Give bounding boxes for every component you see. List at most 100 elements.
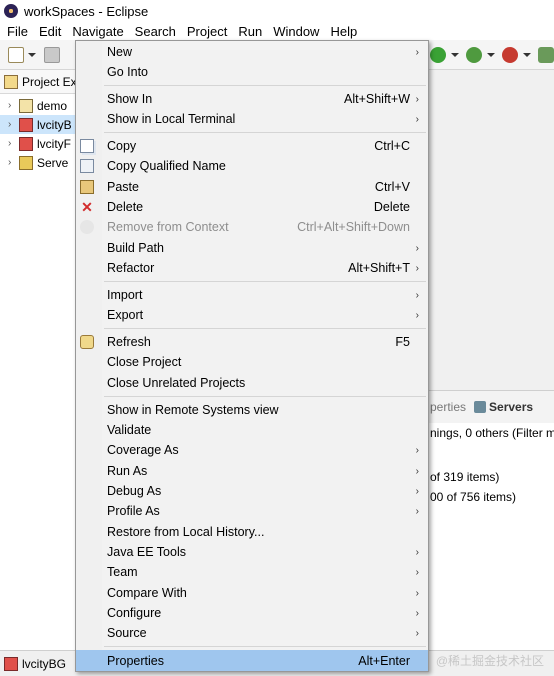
- menu-project[interactable]: Project: [182, 24, 232, 39]
- menu-item-label: Copy: [107, 139, 137, 153]
- menu-item-label: Show in Local Terminal: [107, 112, 236, 126]
- menu-item-debug-as[interactable]: Debug As ›: [76, 481, 428, 501]
- menu-separator: [104, 396, 426, 397]
- menu-item-copy-qualified-name[interactable]: Copy Qualified Name: [76, 156, 428, 176]
- submenu-arrow-icon: ›: [415, 505, 419, 517]
- menu-item-label: Team: [107, 565, 138, 579]
- menu-item-source[interactable]: Source ›: [76, 623, 428, 643]
- tree-item[interactable]: › lvcityF: [0, 134, 79, 153]
- menu-item-label: Close Project: [107, 355, 182, 369]
- menu-item-copy[interactable]: Copy Ctrl+C: [76, 136, 428, 156]
- menu-item-java-ee-tools[interactable]: Java EE Tools ›: [76, 542, 428, 562]
- menu-item-label: Delete: [107, 200, 144, 214]
- menu-item-team[interactable]: Team ›: [76, 562, 428, 582]
- menu-item-paste[interactable]: Paste Ctrl+V: [76, 177, 428, 197]
- menu-item-label: Close Unrelated Projects: [107, 376, 246, 390]
- servers-view: perties Servers nings, 0 others (Filter …: [428, 390, 554, 652]
- menu-item-label: Java EE Tools: [107, 545, 186, 559]
- chevron-down-icon[interactable]: [523, 53, 531, 57]
- tree-item-label: demo: [37, 98, 68, 113]
- toolbar-extra-icon[interactable]: [538, 47, 554, 63]
- menu-item-label: Copy Qualified Name: [107, 159, 226, 173]
- chevron-down-icon[interactable]: [28, 53, 36, 57]
- menu-item-label: Validate: [107, 423, 152, 437]
- submenu-arrow-icon: ›: [415, 485, 419, 497]
- tree-item[interactable]: › Serve: [0, 153, 79, 172]
- tab-servers[interactable]: Servers: [474, 400, 533, 414]
- menu-file[interactable]: File: [2, 24, 33, 39]
- tree-item[interactable]: › lvcityB: [0, 115, 79, 134]
- menu-item-label: Compare With: [107, 586, 187, 600]
- submenu-arrow-icon: ›: [415, 546, 419, 558]
- menu-item-refactor[interactable]: Refactor Alt+Shift+T ›: [76, 258, 428, 278]
- submenu-arrow-icon: ›: [415, 46, 419, 58]
- new-wizard-icon[interactable]: [8, 47, 24, 63]
- chevron-down-icon[interactable]: [451, 53, 459, 57]
- context-menu: New › Go Into Show In Alt+Shift+W › Show…: [75, 40, 429, 672]
- menu-item-show-in[interactable]: Show In Alt+Shift+W ›: [76, 89, 428, 109]
- menu-item-properties[interactable]: Properties Alt+Enter: [76, 650, 428, 671]
- expand-arrow-icon[interactable]: ›: [8, 100, 16, 111]
- menu-item-build-path[interactable]: Build Path ›: [76, 238, 428, 258]
- menu-item-restore-from-local-history[interactable]: Restore from Local History...: [76, 522, 428, 542]
- view-tabs: perties Servers: [428, 391, 554, 423]
- menu-item-label: Show in Remote Systems view: [107, 403, 279, 417]
- menu-item-go-into[interactable]: Go Into: [76, 62, 428, 82]
- menu-separator: [104, 85, 426, 86]
- menu-separator: [104, 132, 426, 133]
- menu-item-profile-as[interactable]: Profile As ›: [76, 501, 428, 521]
- project-explorer-label: Project Ex: [22, 74, 77, 89]
- menu-navigate[interactable]: Navigate: [67, 24, 128, 39]
- menu-item-show-in-remote-systems-view[interactable]: Show in Remote Systems view: [76, 400, 428, 420]
- expand-arrow-icon[interactable]: ›: [8, 138, 16, 149]
- menu-item-delete[interactable]: ✕ Delete Delete: [76, 197, 428, 217]
- menu-item-label: Source: [107, 626, 147, 640]
- tab-servers-label: Servers: [489, 400, 534, 414]
- menu-item-close-unrelated-projects[interactable]: Close Unrelated Projects: [76, 373, 428, 393]
- menu-window[interactable]: Window: [268, 24, 324, 39]
- expand-arrow-icon[interactable]: ›: [8, 119, 16, 130]
- menu-item-configure[interactable]: Configure ›: [76, 603, 428, 623]
- paste-icon: [80, 180, 94, 194]
- tab-properties[interactable]: perties: [430, 400, 466, 414]
- menu-item-label: Configure: [107, 606, 162, 620]
- external-tools-icon[interactable]: [466, 47, 482, 63]
- chevron-down-icon[interactable]: [487, 53, 495, 57]
- menu-item-new[interactable]: New ›: [76, 42, 428, 62]
- menu-item-run-as[interactable]: Run As ›: [76, 461, 428, 481]
- debug-server-icon[interactable]: [502, 47, 518, 63]
- menu-item-label: Properties: [107, 653, 164, 668]
- menu-item-close-project[interactable]: Close Project: [76, 352, 428, 372]
- menu-item-export[interactable]: Export ›: [76, 305, 428, 325]
- expand-arrow-icon[interactable]: ›: [8, 157, 16, 168]
- submenu-arrow-icon: ›: [415, 309, 419, 321]
- list-item[interactable]: of 319 items): [428, 467, 554, 487]
- status-selected-label: lvcityBG: [22, 656, 67, 671]
- menu-help[interactable]: Help: [325, 24, 362, 39]
- menu-item-accel: Alt+Shift+W: [344, 92, 410, 106]
- save-icon[interactable]: [44, 47, 60, 63]
- project-icon: [19, 98, 33, 113]
- menu-separator: [104, 646, 426, 647]
- project-explorer-tab[interactable]: Project Ex: [0, 70, 79, 94]
- menu-item-validate[interactable]: Validate: [76, 420, 428, 440]
- menu-edit[interactable]: Edit: [34, 24, 66, 39]
- tree-item-label: lvcityF: [37, 136, 71, 151]
- menu-item-accel: Alt+Shift+T: [348, 261, 410, 275]
- menu-item-compare-with[interactable]: Compare With ›: [76, 583, 428, 603]
- menu-item-label: Export: [107, 308, 144, 322]
- menu-separator: [104, 281, 426, 282]
- submenu-arrow-icon: ›: [415, 93, 419, 105]
- menu-run[interactable]: Run: [233, 24, 267, 39]
- menu-item-coverage-as[interactable]: Coverage As ›: [76, 440, 428, 460]
- servers-folder-icon: [19, 155, 33, 170]
- submenu-arrow-icon: ›: [415, 444, 419, 456]
- menu-item-import[interactable]: Import ›: [76, 285, 428, 305]
- menu-item-show-in-local-terminal[interactable]: Show in Local Terminal ›: [76, 109, 428, 129]
- menu-item-label: Go Into: [107, 65, 148, 79]
- run-icon[interactable]: [430, 47, 446, 63]
- list-item[interactable]: 00 of 756 items): [428, 487, 554, 507]
- tree-item[interactable]: › demo: [0, 96, 79, 115]
- menu-item-refresh[interactable]: Refresh F5: [76, 332, 428, 352]
- menu-search[interactable]: Search: [130, 24, 181, 39]
